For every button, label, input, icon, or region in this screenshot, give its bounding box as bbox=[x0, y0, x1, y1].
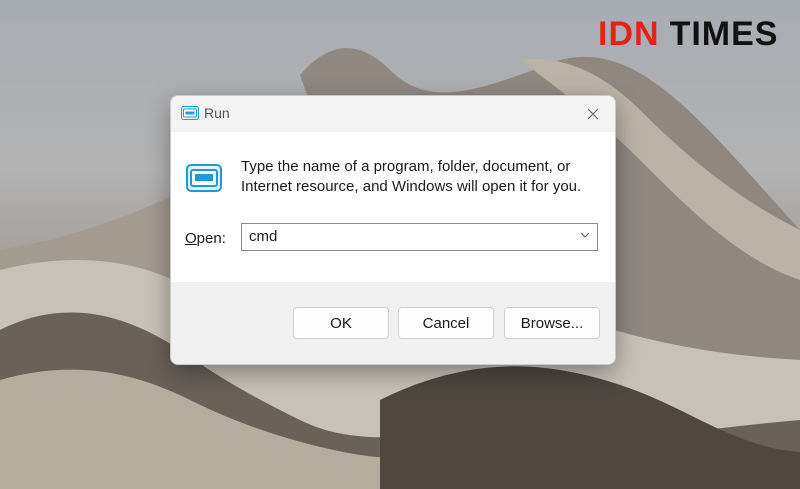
browse-button[interactable]: Browse... bbox=[504, 307, 600, 339]
idn-times-watermark: IDN TIMES bbox=[598, 14, 778, 54]
chevron-down-icon[interactable] bbox=[578, 228, 592, 242]
open-combobox[interactable]: cmd bbox=[241, 223, 598, 251]
watermark-idn: IDN bbox=[598, 15, 660, 53]
open-label: Open: bbox=[185, 230, 226, 247]
close-button[interactable] bbox=[571, 96, 615, 132]
window-title: Run bbox=[204, 105, 230, 121]
run-icon bbox=[186, 164, 222, 192]
dialog-content: Type the name of a program, folder, docu… bbox=[171, 132, 615, 282]
run-icon bbox=[181, 106, 199, 120]
run-dialog: Run Type the name of a program, folder, … bbox=[170, 95, 616, 365]
dialog-footer: OK Cancel Browse... bbox=[171, 282, 615, 364]
open-label-mnemonic: O bbox=[185, 230, 197, 247]
open-input[interactable]: cmd bbox=[249, 228, 277, 245]
desktop-wallpaper: IDN TIMES Run Type the name of a program, bbox=[0, 0, 800, 489]
close-icon bbox=[587, 108, 599, 120]
ok-button[interactable]: OK bbox=[293, 307, 389, 339]
run-description: Type the name of a program, folder, docu… bbox=[241, 158, 582, 195]
title-bar[interactable]: Run bbox=[171, 96, 615, 132]
watermark-times: TIMES bbox=[669, 15, 779, 53]
open-label-text: pen: bbox=[196, 230, 226, 247]
cancel-button[interactable]: Cancel bbox=[398, 307, 494, 339]
